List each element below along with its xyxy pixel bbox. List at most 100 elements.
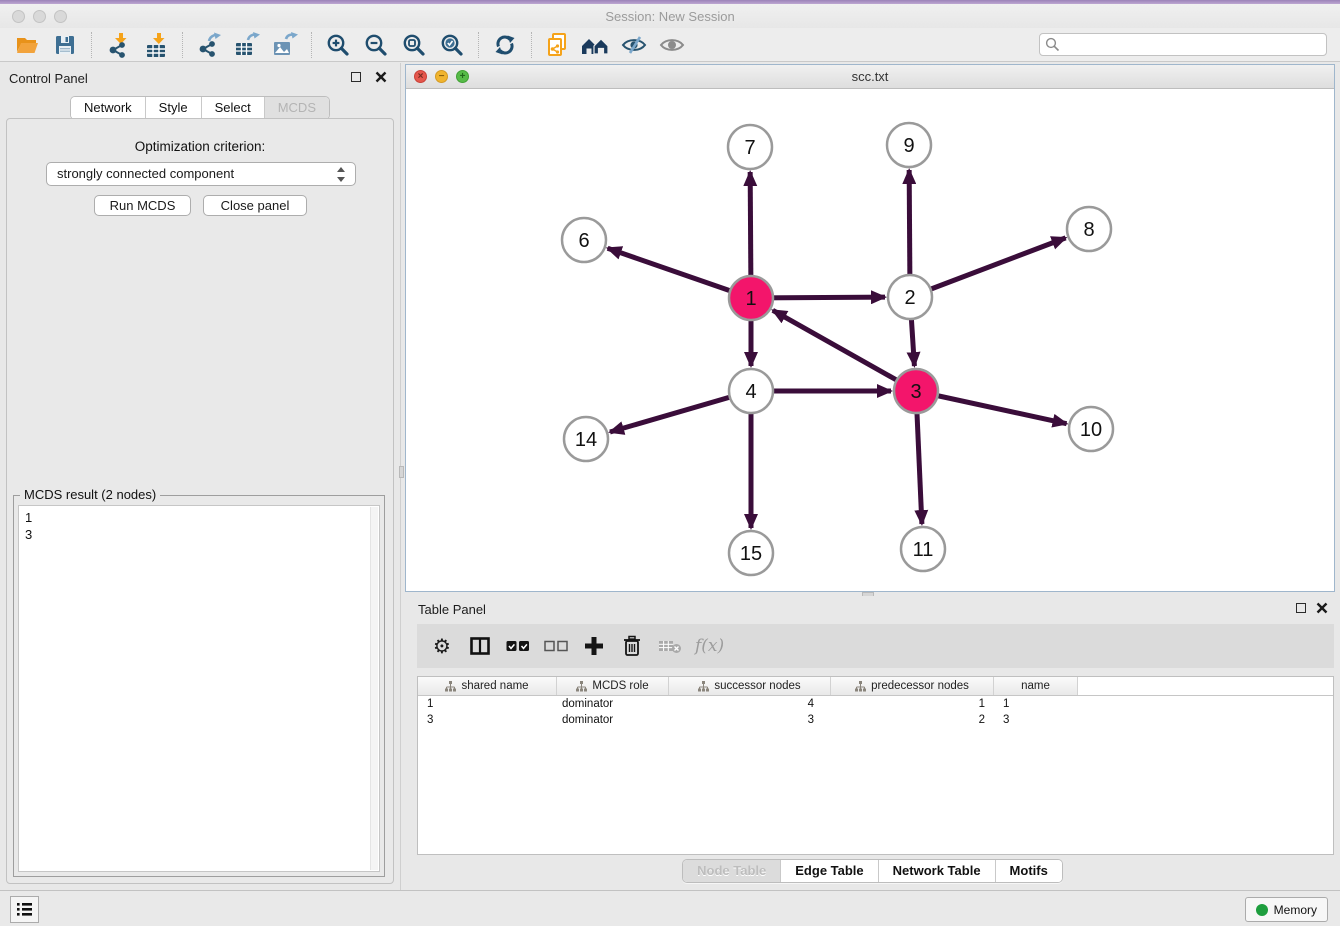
column-header-name[interactable]: name: [994, 677, 1078, 695]
graph-node-10[interactable]: 10: [1069, 407, 1113, 451]
zoom-fit-button[interactable]: [399, 31, 429, 59]
cell-predecessor-nodes[interactable]: 2: [831, 712, 994, 728]
network-canvas[interactable]: 7 9 6 8 1 2 4 3 14 10 15 11: [406, 89, 1334, 591]
cell-shared-name[interactable]: 1: [418, 696, 557, 712]
graph-node-14[interactable]: 14: [564, 417, 608, 461]
edge-2-8[interactable]: [910, 238, 1066, 297]
save-session-button[interactable]: [50, 31, 80, 59]
app-titlebar: Session: New Session: [0, 4, 1340, 28]
float-panel-icon[interactable]: [1296, 603, 1306, 613]
search-box: [1039, 33, 1327, 56]
export-network-button[interactable]: [194, 31, 224, 59]
export-table-button[interactable]: [232, 31, 262, 59]
unselect-all-button[interactable]: [543, 631, 569, 661]
control-tab-select[interactable]: Select: [202, 97, 265, 119]
memory-status-icon: [1256, 904, 1268, 916]
network-window-titlebar[interactable]: × − + scc.txt: [406, 65, 1334, 89]
table-row-1[interactable]: 1dominator411: [418, 696, 1333, 712]
import-network-button[interactable]: [103, 31, 133, 59]
graph-node-1[interactable]: 1: [729, 276, 773, 320]
control-panel-tabs: NetworkStyleSelectMCDS: [0, 96, 400, 120]
cell-mcds-role[interactable]: dominator: [557, 696, 669, 712]
control-panel-title: Control Panel: [9, 71, 88, 86]
float-panel-icon[interactable]: [351, 72, 361, 82]
delete-column-button[interactable]: [619, 631, 645, 661]
home-houses-icon: [581, 33, 611, 57]
open-session-button[interactable]: [12, 31, 42, 59]
plus-icon: [583, 635, 605, 657]
home-button[interactable]: [581, 31, 611, 59]
cell-mcds-role[interactable]: dominator: [557, 712, 669, 728]
memory-button[interactable]: Memory: [1245, 897, 1328, 922]
table-tab-motifs[interactable]: Motifs: [996, 860, 1062, 882]
graph-node-3[interactable]: 3: [894, 369, 938, 413]
graph-node-6[interactable]: 6: [562, 218, 606, 262]
result-scrollbar[interactable]: [370, 507, 378, 870]
column-header-predecessor-nodes[interactable]: predecessor nodes: [831, 677, 994, 695]
close-panel-button[interactable]: Close panel: [203, 195, 307, 216]
column-header-mcds-role[interactable]: MCDS role: [557, 677, 669, 695]
table-tab-edge-table[interactable]: Edge Table: [781, 860, 878, 882]
run-mcds-button[interactable]: Run MCDS: [94, 195, 191, 216]
table-settings-button[interactable]: ⚙: [429, 631, 455, 661]
control-tab-network[interactable]: Network: [71, 97, 146, 119]
table-tab-network-table[interactable]: Network Table: [879, 860, 996, 882]
zoom-in-icon: [326, 33, 350, 57]
zoom-out-button[interactable]: [361, 31, 391, 59]
task-history-button[interactable]: [10, 896, 39, 923]
mcds-result-textarea[interactable]: 1 3: [18, 505, 380, 872]
optimization-criterion-value: strongly connected component: [57, 166, 234, 181]
graph-node-11[interactable]: 11: [901, 527, 945, 571]
cell-predecessor-nodes[interactable]: 1: [831, 696, 994, 712]
show-all-button[interactable]: [657, 31, 687, 59]
edge-3-1[interactable]: [773, 310, 916, 391]
close-panel-icon[interactable]: [375, 71, 387, 83]
import-table-button[interactable]: [141, 31, 171, 59]
column-header-shared-name[interactable]: shared name: [418, 677, 557, 695]
control-panel-header: Control Panel: [0, 63, 400, 91]
column-header-successor-nodes[interactable]: successor nodes: [669, 677, 831, 695]
refresh-button[interactable]: [490, 31, 520, 59]
toolbar-separator: [478, 32, 479, 58]
select-all-icon: [506, 640, 530, 652]
cell-name[interactable]: 3: [994, 712, 1078, 728]
import-network-icon: [105, 32, 131, 58]
graph-node-8[interactable]: 8: [1067, 207, 1111, 251]
graph-node-9[interactable]: 9: [887, 123, 931, 167]
zoom-in-button[interactable]: [323, 31, 353, 59]
vertical-splitter-handle[interactable]: [399, 466, 404, 478]
cell-successor-nodes[interactable]: 3: [669, 712, 831, 728]
optimization-criterion-select[interactable]: strongly connected component: [46, 162, 356, 186]
gear-icon: ⚙: [433, 636, 451, 656]
graph-node-15[interactable]: 15: [729, 531, 773, 575]
export-image-icon: [272, 32, 298, 58]
graph-node-7[interactable]: 7: [728, 125, 772, 169]
svg-text:8: 8: [1083, 219, 1094, 241]
table-row-2[interactable]: 3dominator323: [418, 712, 1333, 728]
hide-selected-button[interactable]: [619, 31, 649, 59]
cell-name[interactable]: 1: [994, 696, 1078, 712]
control-tab-mcds[interactable]: MCDS: [265, 97, 329, 119]
column-header-label: MCDS role: [592, 680, 648, 692]
add-column-button[interactable]: [581, 631, 607, 661]
import-table-icon: [143, 32, 169, 58]
function-builder-button[interactable]: f(x): [695, 631, 724, 661]
graph-node-2[interactable]: 2: [888, 275, 932, 319]
export-network-icon: [196, 32, 222, 58]
close-panel-icon[interactable]: [1316, 602, 1328, 614]
search-input[interactable]: [1064, 34, 1322, 55]
cell-successor-nodes[interactable]: 4: [669, 696, 831, 712]
cell-shared-name[interactable]: 3: [418, 712, 557, 728]
network-annotation-button[interactable]: [543, 31, 573, 59]
export-image-button[interactable]: [270, 31, 300, 59]
delete-table-button[interactable]: [657, 631, 683, 661]
column-layout-button[interactable]: [467, 631, 493, 661]
control-tab-style[interactable]: Style: [146, 97, 202, 119]
svg-text:3: 3: [910, 381, 921, 403]
table-tab-node-table[interactable]: Node Table: [683, 860, 781, 882]
annotation-doc-icon: [545, 32, 571, 58]
zoom-selected-button[interactable]: [437, 31, 467, 59]
graph-node-4[interactable]: 4: [729, 369, 773, 413]
select-all-button[interactable]: [505, 631, 531, 661]
network-graph[interactable]: 7 9 6 8 1 2 4 3 14 10 15 11: [406, 89, 1334, 591]
